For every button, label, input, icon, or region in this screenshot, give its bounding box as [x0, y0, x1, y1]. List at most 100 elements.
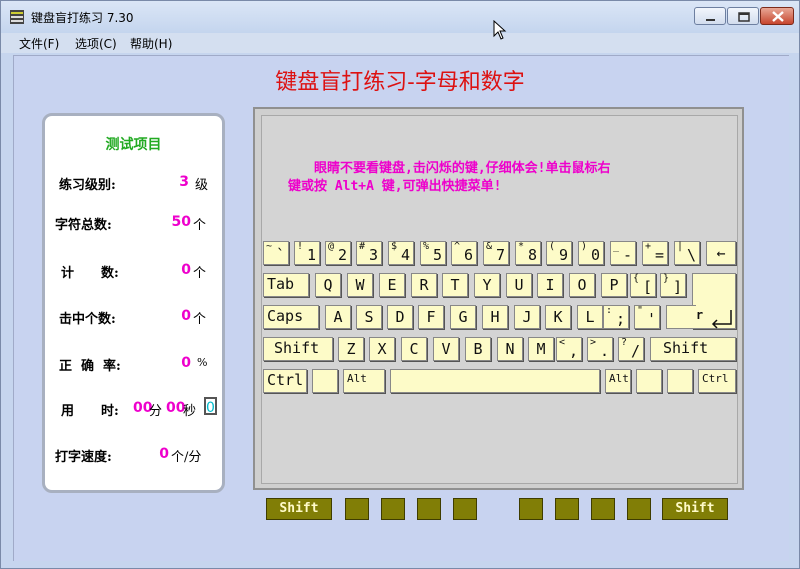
time-min-unit: 分	[149, 404, 163, 419]
key-right-bracket[interactable]: }]	[660, 273, 686, 297]
count-label-b: 数:	[101, 266, 119, 281]
speed-label: 打字速度:	[55, 450, 112, 465]
key-space[interactable]	[390, 369, 600, 393]
key-0[interactable]: ) 0	[578, 241, 604, 265]
key-t[interactable]: T	[442, 273, 468, 297]
key-m[interactable]: M	[528, 337, 554, 361]
key-1[interactable]: ! 1	[294, 241, 320, 265]
count-unit: 个	[193, 266, 207, 281]
chars-unit: 个	[193, 218, 207, 233]
key-3[interactable]: #3	[356, 241, 382, 265]
key-win-left[interactable]	[312, 369, 338, 393]
key-w[interactable]: W	[347, 273, 373, 297]
key-alt-right[interactable]: Alt	[605, 369, 631, 393]
acc-label-a: 正	[59, 359, 73, 374]
hits-label: 击中个数:	[59, 312, 116, 327]
hits-unit: 个	[193, 312, 207, 327]
key-o[interactable]: O	[569, 273, 595, 297]
key-6[interactable]: ^ 6	[451, 241, 477, 265]
key-8[interactable]: * 8	[515, 241, 541, 265]
key-l[interactable]: L	[577, 305, 603, 329]
key-4[interactable]: $4	[388, 241, 414, 265]
key-backslash[interactable]: | \	[674, 241, 700, 265]
key-a[interactable]: A	[325, 305, 351, 329]
key-s[interactable]: S	[356, 305, 382, 329]
key-semicolon[interactable]: :;	[603, 305, 629, 329]
key-n[interactable]: N	[497, 337, 523, 361]
close-button[interactable]	[760, 7, 794, 25]
key-b[interactable]: B	[465, 337, 491, 361]
finger-shift-left: Shift	[266, 498, 332, 520]
key-ctrl-left[interactable]: Ctrl	[263, 369, 307, 393]
key-c[interactable]: C	[401, 337, 427, 361]
menu-help[interactable]: 帮助(H)	[130, 35, 172, 52]
key-v[interactable]: V	[433, 337, 459, 361]
menu-options[interactable]: 选项(C)	[75, 35, 117, 52]
key-backspace[interactable]: ←	[706, 241, 736, 265]
finger-right-ring	[591, 498, 615, 520]
level-unit: 级	[195, 178, 209, 193]
key-y[interactable]: Y	[474, 273, 500, 297]
key-i[interactable]: I	[537, 273, 563, 297]
finger-right-index	[519, 498, 543, 520]
minimize-icon	[706, 19, 715, 21]
key-comma[interactable]: <,	[556, 337, 582, 361]
key-d[interactable]: D	[387, 305, 413, 329]
key-r[interactable]: R	[411, 273, 437, 297]
key-z[interactable]: Z	[338, 337, 364, 361]
instruction-line-1: 眼睛不要看键盘,击闪烁的键,仔细体会!单击鼠标右	[314, 161, 611, 176]
key-period[interactable]: >.	[587, 337, 613, 361]
key-menu[interactable]	[667, 369, 693, 393]
keyboard-app-icon	[10, 10, 24, 24]
key-u[interactable]: U	[506, 273, 532, 297]
key-equals[interactable]: + =	[642, 241, 668, 265]
key-2[interactable]: @2	[325, 241, 351, 265]
key-tab[interactable]: Tab	[263, 273, 309, 297]
key-enter-lower[interactable]	[666, 305, 696, 329]
key-q[interactable]: Q	[315, 273, 341, 297]
key-5[interactable]: % 5	[420, 241, 446, 265]
key-f[interactable]: F	[418, 305, 444, 329]
finger-right-pinky	[627, 498, 651, 520]
main-title: 键盘盲打练习-字母和数字	[275, 70, 525, 95]
key-slash[interactable]: ? /	[618, 337, 644, 361]
key-ctrl-right[interactable]: Ctrl	[698, 369, 736, 393]
acc-value: 0	[181, 355, 191, 371]
enter-arrow-icon	[711, 310, 732, 329]
key-j[interactable]: J	[514, 305, 540, 329]
key-7[interactable]: & 7	[483, 241, 509, 265]
title-bar[interactable]: 键盘盲打练习 7.30	[1, 1, 799, 33]
level-label: 练习级别:	[59, 178, 116, 193]
time-sec-unit: 秒	[183, 404, 197, 419]
key-g[interactable]: G	[450, 305, 476, 329]
key-enter[interactable]: Enter	[667, 273, 736, 329]
key-shift-right[interactable]: Shift	[650, 337, 736, 361]
key-quote[interactable]: " '	[634, 305, 660, 329]
key-alt-left[interactable]: Alt	[343, 369, 385, 393]
key-e[interactable]: E	[379, 273, 405, 297]
key-x[interactable]: X	[369, 337, 395, 361]
menu-bar: 文件(F) 选项(C) 帮助(H)	[1, 33, 799, 53]
key-backtick[interactable]: ~ `	[263, 241, 289, 265]
key-shift-left[interactable]: Shift	[263, 337, 333, 361]
hits-value: 0	[181, 308, 191, 324]
key-9[interactable]: (9	[546, 241, 572, 265]
key-left-bracket[interactable]: {[	[630, 273, 656, 297]
key-h[interactable]: H	[482, 305, 508, 329]
speed-unit: 个/分	[171, 450, 202, 465]
time-sec: 00	[166, 400, 186, 416]
key-win-right[interactable]	[636, 369, 662, 393]
finger-left-middle	[417, 498, 441, 520]
key-caps[interactable]: Caps	[263, 305, 319, 329]
maximize-button[interactable]	[727, 7, 759, 25]
key-k[interactable]: K	[545, 305, 571, 329]
menu-file[interactable]: 文件(F)	[19, 35, 59, 52]
key-p[interactable]: P	[601, 273, 627, 297]
finger-left-index	[453, 498, 477, 520]
count-label-a: 计	[61, 266, 75, 281]
minimize-button[interactable]	[694, 7, 726, 25]
chars-label: 字符总数:	[55, 218, 112, 233]
key-minus[interactable]: _ -	[610, 241, 636, 265]
time-label-a: 用	[61, 404, 75, 419]
finger-right-middle	[555, 498, 579, 520]
